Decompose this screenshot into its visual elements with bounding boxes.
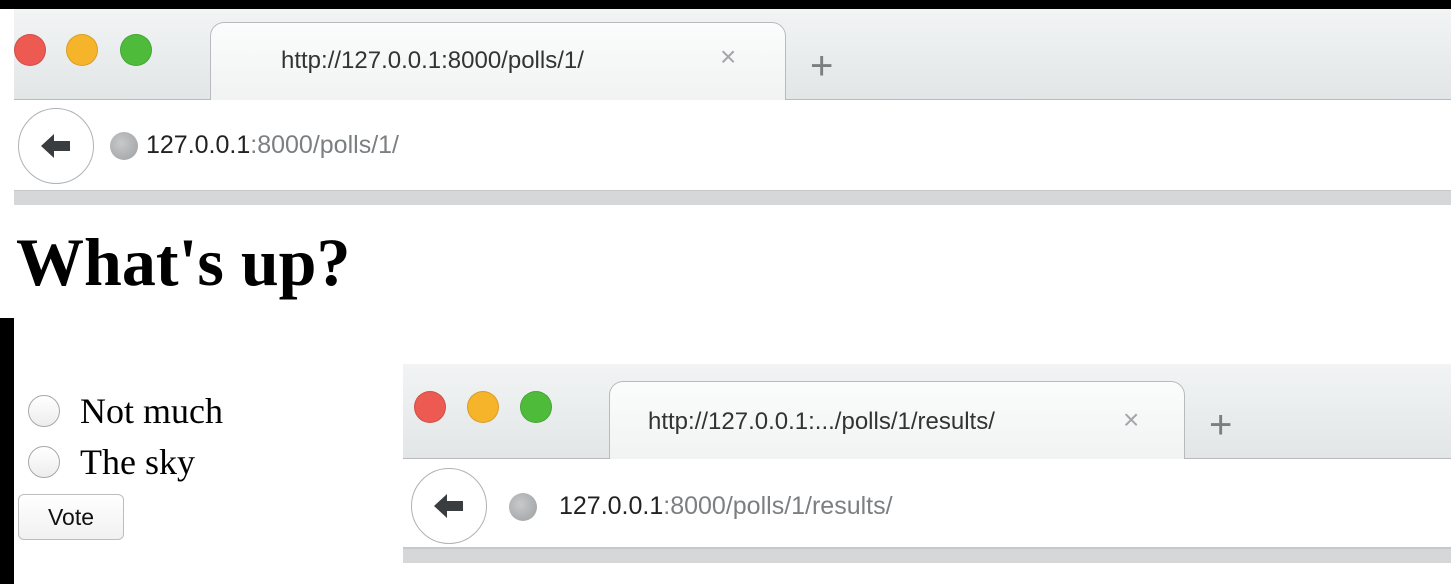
url-host: 127.0.0.1 [146, 131, 251, 159]
choice-label: Not much [80, 391, 223, 431]
black-border-left [0, 318, 14, 584]
radio-button[interactable] [28, 446, 60, 478]
minimize-window-button[interactable] [467, 391, 499, 423]
new-tab-icon[interactable]: + [1209, 405, 1232, 445]
navbar-bottom-strip [14, 191, 1451, 205]
choice-item[interactable]: The sky [28, 442, 195, 482]
zoom-window-button[interactable] [120, 34, 152, 66]
browser-window-results: http://127.0.0.1:.../polls/1/results/ × … [403, 364, 1451, 568]
globe-icon [110, 132, 138, 160]
tab-title: http://127.0.0.1:8000/polls/1/ [281, 47, 584, 74]
back-arrow-icon [41, 134, 70, 158]
choice-item[interactable]: Not much [28, 391, 223, 431]
back-button[interactable] [411, 468, 487, 544]
tab-bar: http://127.0.0.1:.../polls/1/results/ × … [403, 364, 1451, 460]
back-button[interactable] [18, 108, 94, 184]
black-border-top [0, 0, 1451, 9]
close-window-button[interactable] [14, 34, 46, 66]
url-path: :8000/polls/1/ [250, 131, 399, 159]
back-arrow-icon [434, 494, 463, 518]
url-bar[interactable]: 127.0.0.1:8000/polls/1/ [146, 131, 399, 160]
radio-button[interactable] [28, 395, 60, 427]
choice-label: The sky [80, 442, 195, 482]
tab-results[interactable]: http://127.0.0.1:.../polls/1/results/ × [609, 381, 1185, 460]
browser-window-poll: http://127.0.0.1:8000/polls/1/ × + 127.0… [14, 9, 1451, 205]
zoom-window-button[interactable] [520, 391, 552, 423]
close-window-button[interactable] [414, 391, 446, 423]
navbar-bottom-strip [403, 549, 1451, 563]
tab-close-icon[interactable]: × [1123, 406, 1139, 434]
new-tab-icon[interactable]: + [810, 46, 833, 86]
url-bar[interactable]: 127.0.0.1:8000/polls/1/results/ [559, 492, 893, 521]
navigation-bar: 127.0.0.1:8000/polls/1/ [14, 100, 1451, 192]
url-path: :8000/polls/1/results/ [663, 492, 893, 520]
globe-icon [509, 493, 537, 521]
tab-title: http://127.0.0.1:.../polls/1/results/ [648, 408, 995, 435]
minimize-window-button[interactable] [66, 34, 98, 66]
navigation-bar: 127.0.0.1:8000/polls/1/results/ [403, 459, 1451, 549]
vote-button[interactable]: Vote [18, 494, 124, 540]
question-heading: What's up? [16, 224, 351, 300]
tab-poll[interactable]: http://127.0.0.1:8000/polls/1/ × [210, 22, 786, 101]
tab-close-icon[interactable]: × [720, 43, 736, 71]
url-host: 127.0.0.1 [559, 492, 664, 520]
tab-bar: http://127.0.0.1:8000/polls/1/ × + [14, 9, 1451, 101]
